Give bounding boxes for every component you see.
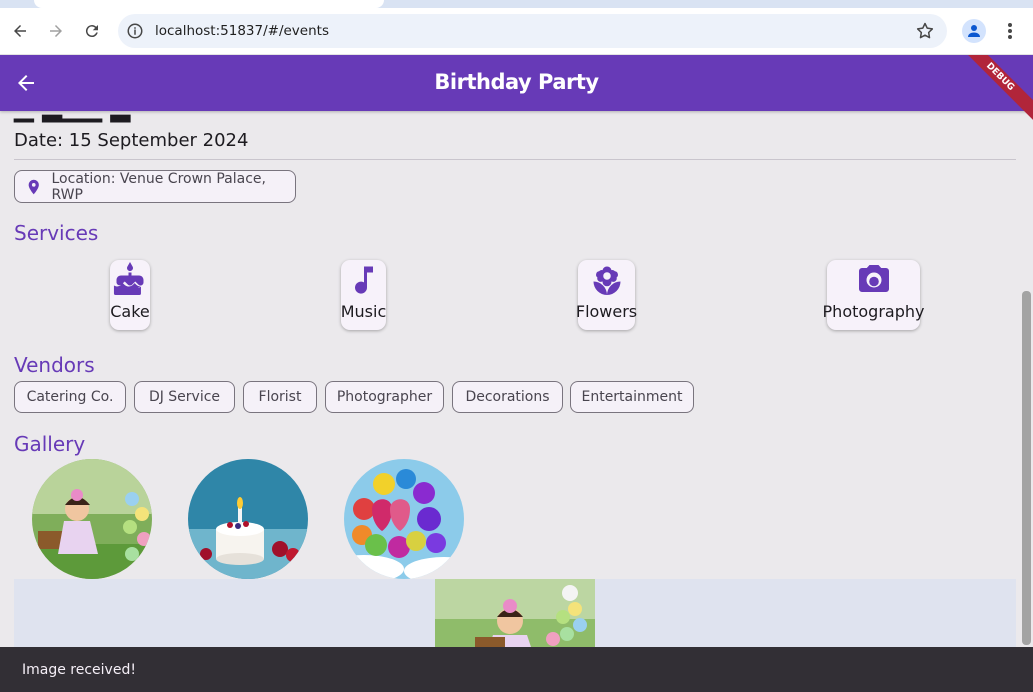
- page-title: Birthday Party: [434, 70, 599, 94]
- vendor-chip-catering[interactable]: Catering Co.: [14, 381, 126, 413]
- camera-icon: [858, 265, 889, 292]
- service-photography[interactable]: Photography: [823, 260, 924, 330]
- music-note-icon: [354, 266, 373, 294]
- service-flowers[interactable]: Flowers: [575, 260, 638, 330]
- url-text: localhost:51837/#/events: [155, 23, 329, 39]
- browser-reload-icon[interactable]: [80, 19, 104, 43]
- vendor-chip-decorations[interactable]: Decorations: [452, 381, 563, 413]
- browser-forward-icon[interactable]: [44, 19, 68, 43]
- vendor-chip-photographer[interactable]: Photographer: [325, 381, 444, 413]
- vendor-chip-entertainment[interactable]: Entertainment: [570, 381, 694, 413]
- browser-tabstrip: [0, 0, 1033, 8]
- service-music[interactable]: Music: [341, 260, 386, 330]
- scrollbar-thumb[interactable]: [1022, 291, 1031, 645]
- address-bar[interactable]: localhost:51837/#/events: [118, 14, 947, 48]
- app-bar: Birthday Party: [0, 55, 1033, 111]
- event-date: Date: 15 September 2024: [14, 130, 249, 151]
- service-label: Cake: [110, 302, 150, 321]
- service-label: Music: [340, 302, 387, 321]
- service-label: Flowers: [575, 302, 638, 321]
- vendor-chip-florist[interactable]: Florist: [243, 381, 317, 413]
- site-info-icon[interactable]: [126, 22, 144, 40]
- event-details-scroll[interactable]: ▁ ▂▁▁ ▂ Date: 15 September 2024 Location…: [0, 111, 1020, 692]
- flower-icon: [593, 266, 620, 295]
- profile-avatar-icon[interactable]: [962, 19, 986, 43]
- vendor-chip-dj-service[interactable]: DJ Service: [134, 381, 235, 413]
- snackbar-message: Image received!: [22, 662, 136, 678]
- location-chip[interactable]: Location: Venue Crown Palace, RWP: [14, 170, 296, 203]
- gallery-heading: Gallery: [14, 432, 86, 456]
- location-pin-icon: [28, 179, 39, 194]
- browser-menu-icon[interactable]: [1000, 19, 1020, 43]
- vendors-heading: Vendors: [14, 353, 95, 377]
- service-label: Photography: [822, 302, 925, 321]
- browser-tab[interactable]: [34, 0, 384, 8]
- gallery-image-balloons[interactable]: [344, 459, 464, 579]
- divider: [14, 159, 1016, 160]
- location-text: Location: Venue Crown Palace, RWP: [51, 170, 266, 203]
- gallery-image-cake[interactable]: [188, 459, 308, 579]
- cake-icon: [113, 262, 144, 295]
- service-cake[interactable]: Cake: [110, 260, 150, 330]
- snackbar: Image received!: [0, 647, 1033, 692]
- event-heading-clipped: ▁ ▂▁▁ ▂: [14, 111, 131, 123]
- bookmark-star-icon[interactable]: [915, 21, 935, 41]
- gallery-image-girl-birthday[interactable]: [32, 459, 152, 579]
- services-heading: Services: [14, 221, 99, 245]
- browser-toolbar: localhost:51837/#/events: [0, 8, 1033, 55]
- app-viewport: Birthday Party DEBUG ▁ ▂▁▁ ▂ Date: 15 Se…: [0, 55, 1033, 692]
- browser-back-icon[interactable]: [8, 19, 32, 43]
